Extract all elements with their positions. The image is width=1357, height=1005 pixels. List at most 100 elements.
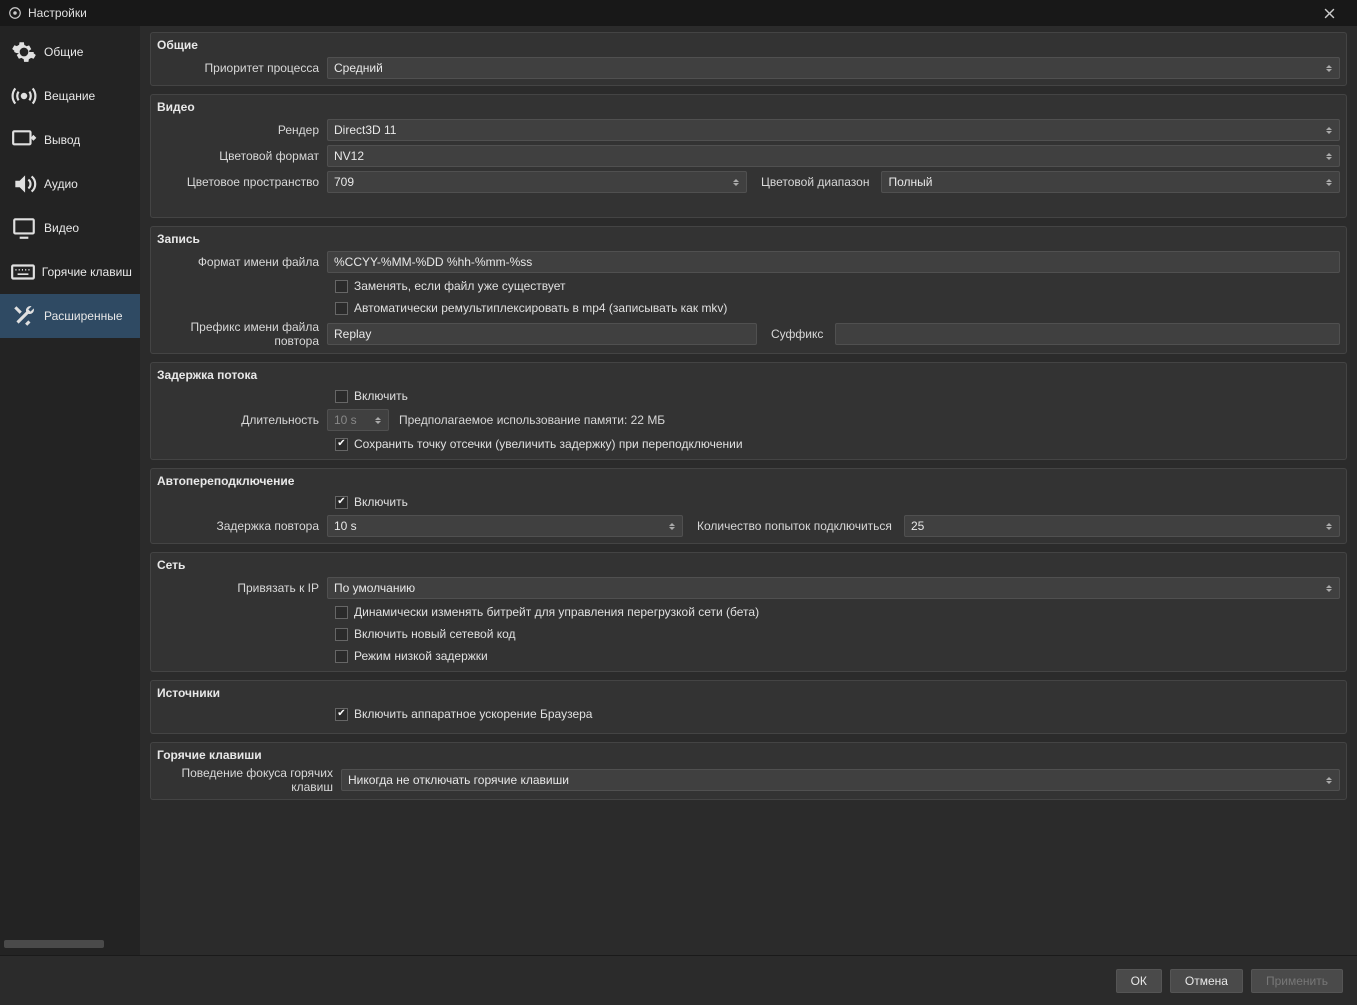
close-button[interactable] xyxy=(1309,0,1349,26)
filename-format-input[interactable]: %CCYY-%MM-%DD %hh-%mm-%ss xyxy=(327,251,1340,273)
sidebar-item-label: Видео xyxy=(44,221,79,235)
browser-hw-label[interactable]: Включить аппаратное ускорение Браузера xyxy=(354,707,592,721)
delay-duration-spinner[interactable]: 10 s xyxy=(327,409,389,431)
chevron-updown-icon xyxy=(1322,146,1336,166)
chevron-updown-icon xyxy=(1322,516,1336,536)
delay-preserve-label[interactable]: Сохранить точку отсечки (увеличить задер… xyxy=(354,437,743,451)
sidebar-item-label: Расширенные xyxy=(44,309,123,323)
remux-checkbox[interactable] xyxy=(335,302,348,315)
chevron-updown-icon xyxy=(371,410,385,430)
new-net-checkbox[interactable] xyxy=(335,628,348,641)
sidebar-item-label: Аудио xyxy=(44,177,78,191)
group-title: Автопереподключение xyxy=(151,469,1346,491)
replay-prefix-input[interactable]: Replay xyxy=(327,323,757,345)
ok-button[interactable]: ОК xyxy=(1116,969,1162,993)
reconnect-enable-checkbox[interactable] xyxy=(335,496,348,509)
video-icon xyxy=(8,212,40,244)
apply-button[interactable]: Применить xyxy=(1251,969,1343,993)
cancel-button[interactable]: Отмена xyxy=(1170,969,1243,993)
dynamic-bitrate-label[interactable]: Динамически изменять битрейт для управле… xyxy=(354,605,759,619)
remux-label[interactable]: Автоматически ремультиплексировать в mp4… xyxy=(354,301,727,315)
group-video: Видео Рендер Direct3D 11 Цветовой формат… xyxy=(150,94,1347,218)
sidebar-item-audio[interactable]: Аудио xyxy=(0,162,140,206)
sidebar-item-label: Общие xyxy=(44,45,83,59)
sidebar: Общие Вещание Вывод Аудио Видео xyxy=(0,26,140,955)
retry-delay-spinner[interactable]: 10 s xyxy=(327,515,683,537)
max-retries-spinner[interactable]: 25 xyxy=(904,515,1340,537)
output-icon xyxy=(8,124,40,156)
sidebar-item-general[interactable]: Общие xyxy=(0,30,140,74)
low-latency-label[interactable]: Режим низкой задержки xyxy=(354,649,488,663)
sidebar-scrollbar[interactable] xyxy=(0,937,140,951)
dynamic-bitrate-checkbox[interactable] xyxy=(335,606,348,619)
delay-memory-label: Предполагаемое использование памяти: 22 … xyxy=(395,413,671,427)
group-title: Задержка потока xyxy=(151,363,1346,385)
gear-icon xyxy=(8,36,40,68)
sidebar-item-stream[interactable]: Вещание xyxy=(0,74,140,118)
chevron-updown-icon xyxy=(1322,578,1336,598)
color-range-label: Цветовой диапазон xyxy=(753,175,875,189)
retry-delay-label: Задержка повтора xyxy=(157,519,327,533)
reconnect-enable-label[interactable]: Включить xyxy=(354,495,408,509)
hotkey-focus-label: Поведение фокуса горячих клавиш xyxy=(157,766,341,794)
audio-icon xyxy=(8,168,40,200)
group-hotkeys: Горячие клавиши Поведение фокуса горячих… xyxy=(150,742,1347,800)
tools-icon xyxy=(8,300,40,332)
sidebar-item-label: Вещание xyxy=(44,89,95,103)
sidebar-item-label: Вывод xyxy=(44,133,80,147)
color-format-label: Цветовой формат xyxy=(157,149,327,163)
delay-enable-checkbox[interactable] xyxy=(335,390,348,403)
overwrite-checkbox[interactable] xyxy=(335,280,348,293)
delay-duration-label: Длительность xyxy=(157,413,327,427)
group-title: Видео xyxy=(151,95,1346,117)
group-title: Источники xyxy=(151,681,1346,703)
delay-preserve-checkbox[interactable] xyxy=(335,438,348,451)
group-sources: Источники Включить аппаратное ускорение … xyxy=(150,680,1347,734)
color-range-select[interactable]: Полный xyxy=(881,171,1340,193)
replay-prefix-label: Префикс имени файла повтора xyxy=(157,320,327,348)
keyboard-icon xyxy=(8,256,38,288)
chevron-updown-icon xyxy=(1322,172,1336,192)
group-network: Сеть Привязать к IP По умолчанию Динамич… xyxy=(150,552,1347,672)
renderer-select[interactable]: Direct3D 11 xyxy=(327,119,1340,141)
renderer-label: Рендер xyxy=(157,123,327,137)
new-net-label[interactable]: Включить новый сетевой код xyxy=(354,627,516,641)
hotkey-focus-select[interactable]: Никогда не отключать горячие клавиши xyxy=(341,769,1340,791)
chevron-updown-icon xyxy=(729,172,743,192)
color-space-select[interactable]: 709 xyxy=(327,171,747,193)
group-recording: Запись Формат имени файла %CCYY-%MM-%DD … xyxy=(150,226,1347,354)
color-space-label: Цветовое пространство xyxy=(157,175,327,189)
process-priority-select[interactable]: Средний xyxy=(327,57,1340,79)
footer: ОК Отмена Применить xyxy=(0,955,1357,1005)
max-retries-label: Количество попыток подключиться xyxy=(689,519,898,533)
sidebar-item-advanced[interactable]: Расширенные xyxy=(0,294,140,338)
sidebar-item-hotkeys[interactable]: Горячие клавиши xyxy=(0,250,140,294)
delay-enable-label[interactable]: Включить xyxy=(354,389,408,403)
chevron-updown-icon xyxy=(1322,58,1336,78)
color-format-select[interactable]: NV12 xyxy=(327,145,1340,167)
group-stream-delay: Задержка потока Включить Длительность 10… xyxy=(150,362,1347,460)
app-icon xyxy=(8,6,22,20)
chevron-updown-icon xyxy=(1322,770,1336,790)
group-reconnect: Автопереподключение Включить Задержка по… xyxy=(150,468,1347,544)
bind-ip-label: Привязать к IP xyxy=(157,581,327,595)
group-title: Горячие клавиши xyxy=(151,743,1346,765)
window-title: Настройки xyxy=(28,6,87,20)
suffix-input[interactable] xyxy=(835,323,1340,345)
chevron-updown-icon xyxy=(1322,120,1336,140)
group-general: Общие Приоритет процесса Средний xyxy=(150,32,1347,86)
broadcast-icon xyxy=(8,80,40,112)
low-latency-checkbox[interactable] xyxy=(335,650,348,663)
sidebar-item-output[interactable]: Вывод xyxy=(0,118,140,162)
group-title: Общие xyxy=(151,33,1346,55)
chevron-updown-icon xyxy=(665,516,679,536)
process-priority-label: Приоритет процесса xyxy=(157,61,327,75)
browser-hw-checkbox[interactable] xyxy=(335,708,348,721)
overwrite-label[interactable]: Заменять, если файл уже существует xyxy=(354,279,566,293)
sidebar-item-label: Горячие клавиши xyxy=(42,265,132,279)
group-title: Сеть xyxy=(151,553,1346,575)
titlebar: Настройки xyxy=(0,0,1357,26)
content-area: Общие Приоритет процесса Средний Видео Р… xyxy=(140,26,1357,955)
bind-ip-select[interactable]: По умолчанию xyxy=(327,577,1340,599)
sidebar-item-video[interactable]: Видео xyxy=(0,206,140,250)
